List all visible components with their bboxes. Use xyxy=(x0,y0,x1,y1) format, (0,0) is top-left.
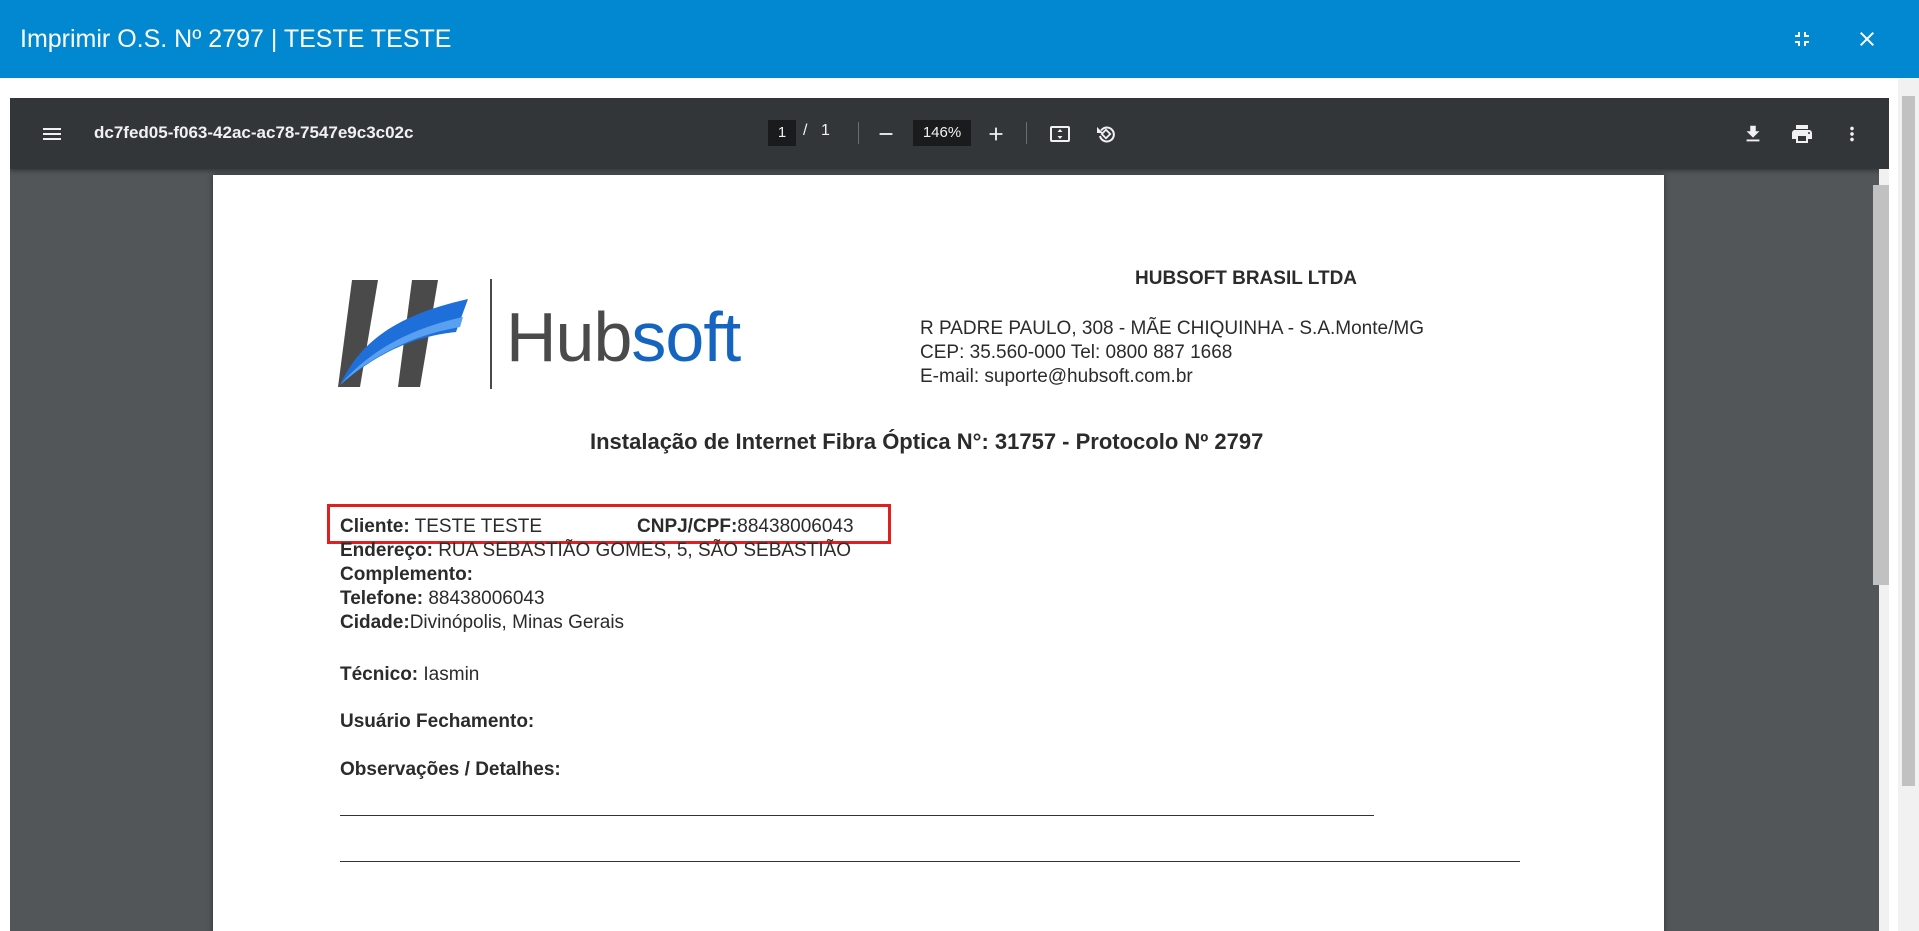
download-button[interactable] xyxy=(1737,118,1769,150)
plus-icon xyxy=(989,127,1003,141)
telefone-label: Telefone: xyxy=(340,588,424,609)
cidade-line: Cidade:Divinópolis, Minas Gerais xyxy=(340,612,624,634)
zoom-input[interactable]: 146% xyxy=(913,120,971,146)
more-vert-icon xyxy=(1850,126,1854,142)
toolbar-divider xyxy=(858,122,859,144)
modal-header: Imprimir O.S. Nº 2797 | TESTE TESTE xyxy=(0,0,1919,78)
cnpj-label: CNPJ/CPF: xyxy=(637,516,738,537)
document-heading: Instalação de Internet Fibra Óptica N°: … xyxy=(590,429,1264,454)
rotate-icon xyxy=(1097,126,1115,143)
cidade-value: Divinópolis, Minas Gerais xyxy=(409,612,625,633)
toolbar-divider xyxy=(1026,122,1027,144)
print-button[interactable] xyxy=(1786,118,1818,150)
rotate-button[interactable] xyxy=(1090,118,1122,150)
cliente-label: Cliente: xyxy=(340,516,410,537)
telefone-line: Telefone: 88438006043 xyxy=(340,588,545,610)
fit-page-icon xyxy=(1050,126,1070,142)
pdf-page: Hubsoft HUBSOFT BRASIL LTDA R PADRE PAUL… xyxy=(213,175,1664,931)
complemento-label: Complemento: xyxy=(340,564,473,585)
fit-page-button[interactable] xyxy=(1044,118,1076,150)
more-options-button[interactable] xyxy=(1836,118,1868,150)
logo-text-soft: soft xyxy=(631,298,741,376)
company-address: R PADRE PAULO, 308 - MÃE CHIQUINHA - S.A… xyxy=(920,318,1424,339)
minus-icon xyxy=(879,133,893,135)
pdf-toolbar: dc7fed05-f063-42ac-ac78-7547e9c3c02c 1 /… xyxy=(10,98,1889,169)
compress-icon xyxy=(1795,32,1809,46)
print-icon xyxy=(1792,125,1812,143)
endereco-label: Endereço: xyxy=(340,540,433,561)
zoom-in-button[interactable] xyxy=(980,118,1012,150)
usuario-fechamento-label: Usuário Fechamento: xyxy=(340,711,535,732)
telefone-value: 88438006043 xyxy=(428,588,545,609)
cliente-line: Cliente: TESTE TESTE xyxy=(340,516,542,538)
endereco-value: RUA SEBASTIÃO GOMES, 5, SÃO SEBASTIÃO xyxy=(438,540,852,561)
modal-scroll-thumb[interactable] xyxy=(1902,96,1915,786)
cliente-value: TESTE TESTE xyxy=(414,516,543,537)
close-button[interactable] xyxy=(1848,20,1886,58)
menu-button[interactable] xyxy=(36,118,68,150)
observation-line xyxy=(340,861,1520,862)
company-name: HUBSOFT BRASIL LTDA xyxy=(1135,268,1358,289)
company-cep-tel: CEP: 35.560-000 Tel: 0800 887 1668 xyxy=(920,342,1233,363)
cidade-label: Cidade: xyxy=(340,612,410,633)
modal-scrollbar[interactable] xyxy=(1898,78,1919,931)
logo-text-hub: Hub xyxy=(506,298,632,376)
zoom-out-button[interactable] xyxy=(870,118,902,150)
company-email: E-mail: suporte@hubsoft.com.br xyxy=(920,366,1193,387)
page-total: 1 xyxy=(821,122,830,139)
observation-line xyxy=(340,815,1374,816)
tecnico-line: Técnico: Iasmin xyxy=(340,664,479,686)
observacoes-label: Observações / Detalhes: xyxy=(340,759,561,780)
document-name: dc7fed05-f063-42ac-ac78-7547e9c3c02c xyxy=(94,123,414,142)
viewer-scroll-thumb[interactable] xyxy=(1873,185,1889,585)
tecnico-value: Iasmin xyxy=(423,664,480,685)
tecnico-label: Técnico: xyxy=(340,664,419,685)
download-icon xyxy=(1746,125,1760,142)
menu-icon xyxy=(43,128,61,140)
page-number-input[interactable]: 1 xyxy=(768,120,796,146)
pdf-viewer: dc7fed05-f063-42ac-ac78-7547e9c3c02c 1 /… xyxy=(10,98,1889,931)
close-icon xyxy=(1860,32,1874,46)
minimize-button[interactable] xyxy=(1783,20,1821,58)
hubsoft-logo: Hubsoft xyxy=(338,277,808,392)
viewer-scrollbar[interactable] xyxy=(1873,169,1889,931)
cnpj-value: 88438006043 xyxy=(737,516,854,537)
page-separator: / xyxy=(803,122,808,139)
cnpj-line: CNPJ/CPF:88438006043 xyxy=(637,516,854,538)
modal-title: Imprimir O.S. Nº 2797 | TESTE TESTE xyxy=(20,25,452,53)
endereco-line: Endereço: RUA SEBASTIÃO GOMES, 5, SÃO SE… xyxy=(340,540,851,562)
